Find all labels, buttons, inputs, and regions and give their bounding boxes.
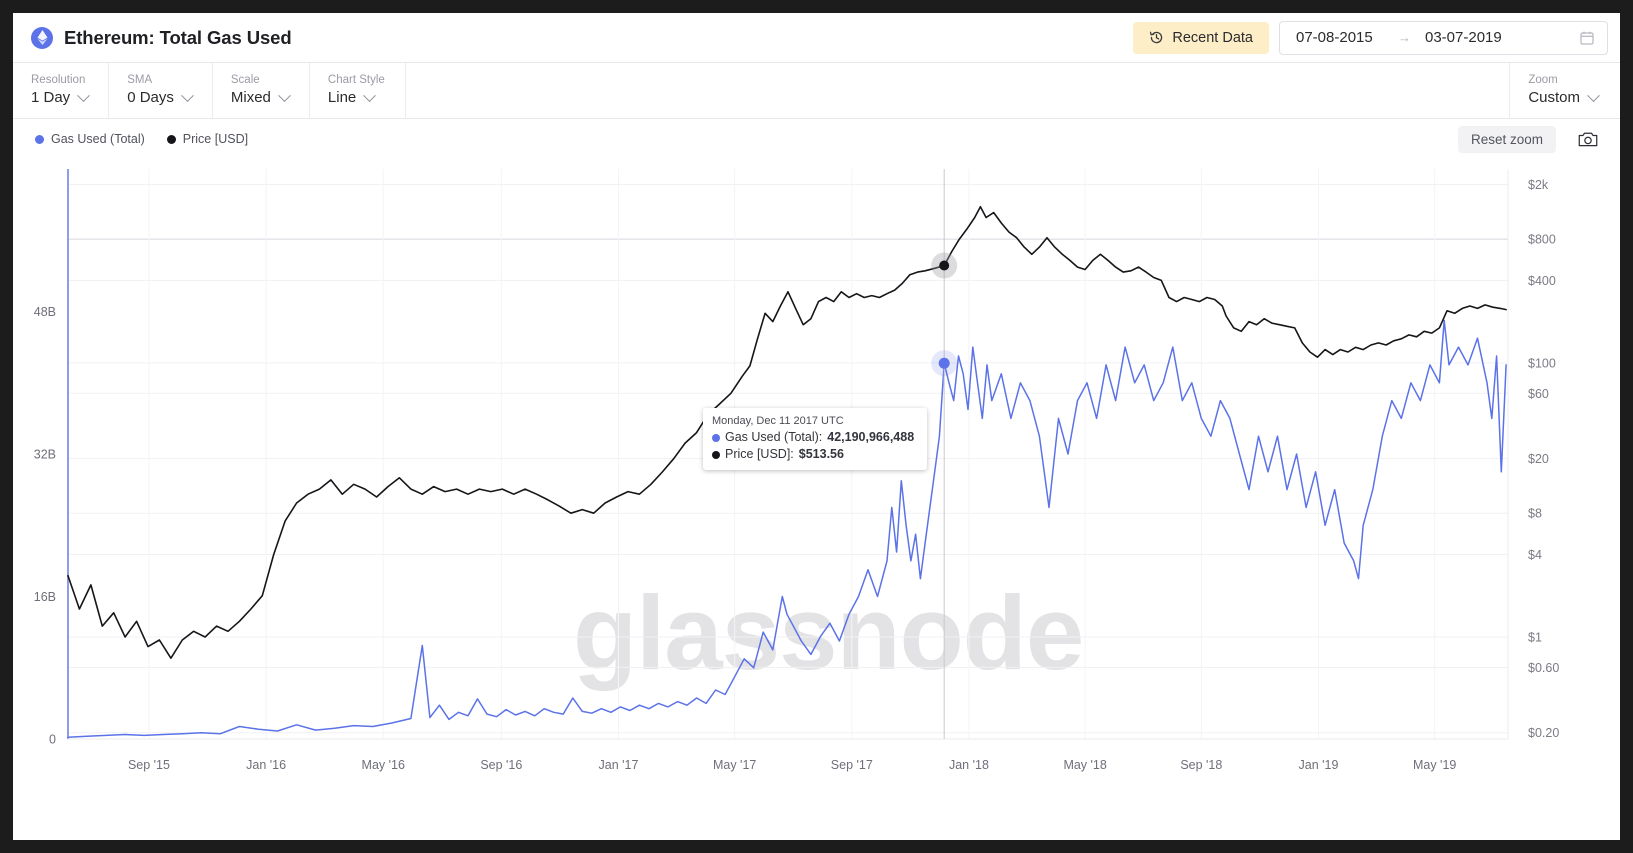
svg-text:$800: $800 [1528,233,1556,247]
sma-value[interactable]: 0 Days [127,88,194,108]
sma-control[interactable]: SMA 0 Days [109,63,213,118]
svg-text:Jan '18: Jan '18 [949,758,989,772]
date-from-input[interactable] [1296,29,1384,46]
camera-icon[interactable] [1578,130,1598,148]
chart-toolbar: Resolution 1 Day SMA 0 Days Scale Mixed … [13,63,1620,119]
svg-text:May '16: May '16 [362,758,405,772]
zoom-value[interactable]: Custom [1528,88,1600,108]
legend-color-dot [166,134,176,144]
ethereum-icon [31,26,53,49]
svg-text:0: 0 [49,733,56,747]
sma-label: SMA [127,74,153,86]
svg-text:48B: 48B [34,305,56,319]
tooltip-label: Price [USD]: [725,447,794,461]
svg-text:Sep '15: Sep '15 [128,758,170,772]
resolution-control[interactable]: Resolution 1 Day [13,63,110,118]
svg-text:May '18: May '18 [1063,758,1106,772]
resolution-label: Resolution [31,74,86,86]
scale-value[interactable]: Mixed [230,88,291,108]
chart-style-value-text: Line [327,89,357,106]
chevron-down-icon [181,88,194,102]
resolution-value[interactable]: 1 Day [31,88,91,108]
legend-color-dot [35,134,44,144]
chart-style-value[interactable]: Line [328,88,385,108]
svg-text:$0.60: $0.60 [1528,661,1559,675]
svg-text:$8: $8 [1528,507,1542,521]
scale-value-text: Mixed [230,89,271,106]
zoom-value-text: Custom [1528,89,1580,106]
page-title: Ethereum: Total Gas Used [64,26,292,48]
chart-tooltip: Monday, Dec 11 2017 UTC Gas Used (Total)… [703,408,927,470]
tooltip-color-dot [712,450,720,459]
tooltip-row-price: Price [USD]: $513.56 [712,446,918,463]
svg-text:$2k: $2k [1528,178,1549,192]
svg-text:$4: $4 [1528,548,1542,562]
tooltip-value: 42,190,966,488 [827,430,915,444]
tooltip-value: $513.56 [798,447,844,461]
scale-label: Scale [230,74,260,86]
chevron-down-icon [1587,88,1600,102]
svg-text:Sep '17: Sep '17 [831,758,873,772]
svg-text:Sep '16: Sep '16 [480,758,522,772]
zoom-label: Zoom [1528,74,1558,86]
date-range-picker[interactable]: → [1279,20,1608,55]
chart-legend-bar: Gas Used (Total) Price [USD] Reset zoom [13,119,1620,159]
chart-style-control[interactable]: Chart Style Line [310,63,406,118]
tooltip-date: Monday, Dec 11 2017 UTC [712,415,844,427]
chevron-down-icon [77,88,91,102]
chevron-down-icon [363,88,377,102]
recent-data-button[interactable]: Recent Data [1133,21,1269,54]
date-range-arrow: → [1398,30,1411,45]
toolbar-spacer [406,63,1511,118]
calendar-icon[interactable] [1579,30,1595,46]
svg-text:32B: 32B [34,448,56,462]
svg-text:$400: $400 [1528,274,1556,288]
svg-text:Jan '17: Jan '17 [599,758,639,772]
svg-text:16B: 16B [34,590,56,604]
legend-item-price[interactable]: Price [USD] [166,132,249,146]
svg-text:May '17: May '17 [713,758,756,772]
history-icon [1149,30,1164,45]
svg-text:Jan '16: Jan '16 [246,758,286,772]
tooltip-row-gas: Gas Used (Total): 42,190,966,488 [712,429,918,446]
svg-text:$20: $20 [1528,452,1549,466]
date-to-input[interactable] [1425,29,1513,46]
svg-text:Sep '18: Sep '18 [1180,758,1222,772]
chart-plot[interactable]: $0.20 $0.60 $1 $4 $8 $20 $60 $100 $400 $800 $2k 0 16… [13,159,1620,839]
chart-canvas[interactable]: glassnode $0.20 $0.60 $1 $4 $8 $20 $60 $100 $400… [13,159,1620,839]
recent-data-label: Recent Data [1172,29,1253,46]
page-header: Ethereum: Total Gas Used Recent Data → [13,13,1620,63]
legend-label: Gas Used (Total) [51,132,145,146]
tooltip-color-dot [712,433,720,442]
tooltip-label: Gas Used (Total): [725,430,823,444]
svg-text:May '19: May '19 [1413,758,1456,772]
resolution-value-text: 1 Day [31,89,71,106]
svg-text:Jan '19: Jan '19 [1299,758,1339,772]
legend-label: Price [USD] [182,132,249,146]
scale-control[interactable]: Scale Mixed [213,63,310,118]
sma-value-text: 0 Days [127,89,174,106]
svg-text:$1: $1 [1528,630,1542,644]
reset-zoom-button[interactable]: Reset zoom [1457,125,1556,153]
zoom-control[interactable]: Zoom Custom [1510,63,1620,118]
svg-text:$0.20: $0.20 [1528,726,1559,740]
legend-item-gas-used[interactable]: Gas Used (Total) [35,132,145,146]
svg-text:$60: $60 [1528,387,1549,401]
chart-style-label: Chart Style [327,74,385,86]
svg-text:$100: $100 [1528,356,1556,370]
chevron-down-icon [278,88,291,102]
chart-app: Ethereum: Total Gas Used Recent Data → [13,13,1620,840]
